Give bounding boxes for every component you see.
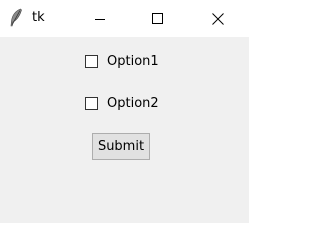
close-icon [212,12,224,25]
maximize-button[interactable] [135,0,181,37]
client-area: Option1 Option2 Submit [0,37,249,223]
minimize-icon [95,18,105,20]
option1-checkbox-row[interactable]: Option1 [85,52,159,70]
submit-button[interactable]: Submit [92,133,150,160]
feather-icon [10,8,22,27]
minimize-button[interactable] [77,0,123,37]
option1-checkbox[interactable] [85,54,98,68]
option1-label[interactable]: Option1 [107,54,159,69]
option2-checkbox[interactable] [85,96,98,110]
title-bar[interactable]: tk [0,0,249,37]
maximize-icon [152,12,163,24]
app-window: tk Option1 Option2 Submit [0,0,249,223]
window-title: tk [32,10,45,25]
option2-label[interactable]: Option2 [107,96,159,111]
option2-checkbox-row[interactable]: Option2 [85,94,159,112]
close-button[interactable] [195,0,241,37]
